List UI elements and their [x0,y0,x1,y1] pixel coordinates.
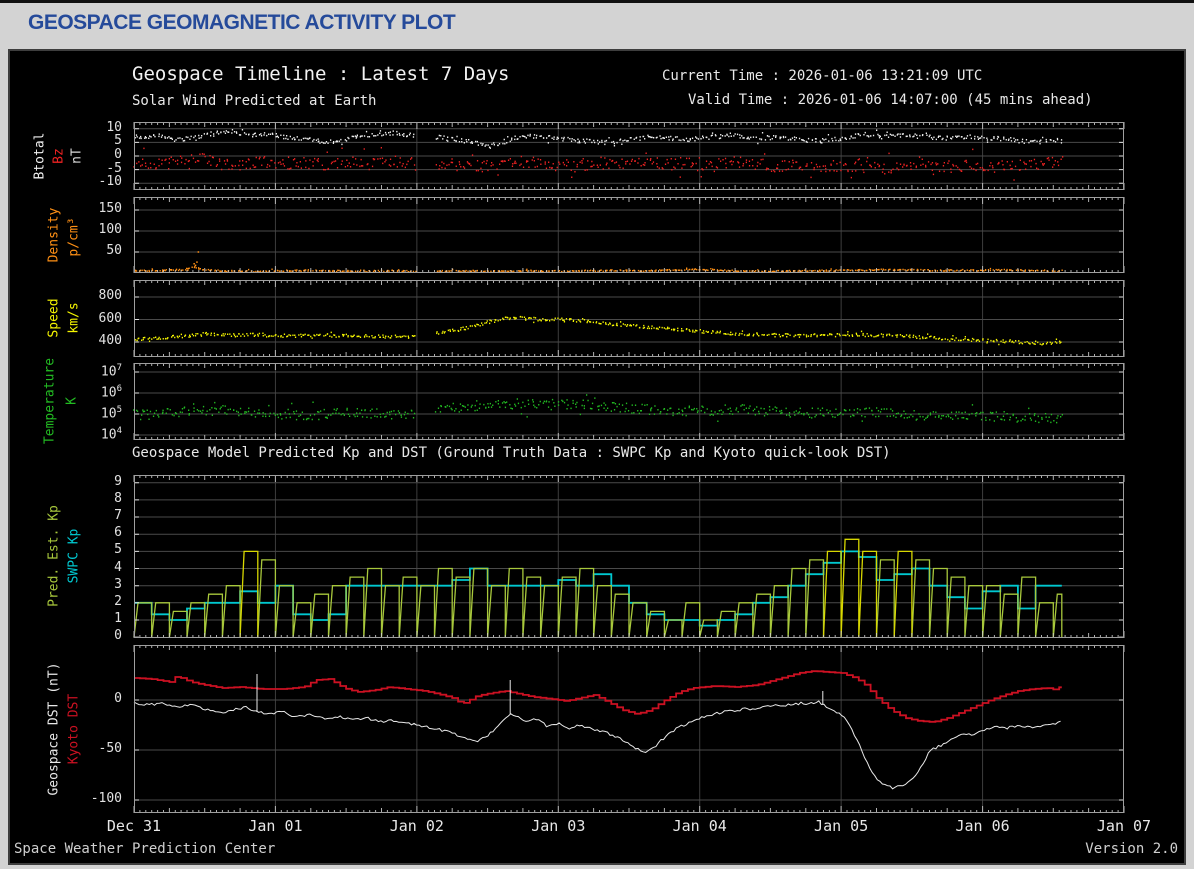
y-tick-label: 7 [10,508,122,523]
y-tick-label: 9 [10,474,122,489]
solar-wind-subtitle: Solar Wind Predicted at Earth [132,93,376,109]
plot-window: Geospace Timeline : Latest 7 Days Curren… [8,49,1186,865]
y-tick-label: 3 [10,577,122,592]
current-time: Current Time : 2026-01-06 13:21:09 UTC [662,68,982,84]
x-tick-label: Jan 01 [248,817,302,835]
x-tick-label: Jan 05 [814,817,868,835]
y-tick-label: -100 [10,791,122,806]
panel-dst-plot [10,645,1184,813]
y-tick-label: 105 [10,405,122,421]
footer-right: Version 2.0 [1085,841,1178,857]
x-tick-label: Jan 06 [955,817,1009,835]
x-tick-label: Jan 02 [390,817,444,835]
page: GEOSPACE GEOMAGNETIC ACTIVITY PLOT Geosp… [0,0,1194,869]
x-tick-label: Jan 04 [673,817,727,835]
panel-temperature-plot [10,363,1184,440]
y-tick-label: 106 [10,384,122,400]
model-subtitle: Geospace Model Predicted Kp and DST (Gro… [132,445,891,461]
page-title: GEOSPACE GEOMAGNETIC ACTIVITY PLOT [28,11,455,35]
y-tick-label: 400 [10,333,122,348]
panel-speed-plot [10,280,1184,357]
valid-time: Valid Time : 2026-01-06 14:07:00 (45 min… [688,92,1093,108]
y-tick-label: -10 [10,174,122,189]
y-tick-label: 5 [10,542,122,557]
y-tick-label: 6 [10,525,122,540]
y-tick-label: 100 [10,222,122,237]
y-tick-label: 50 [10,243,122,258]
y-tick-label: 150 [10,201,122,216]
y-tick-label: 600 [10,311,122,326]
y-tick-label: 107 [10,363,122,379]
panel-density-plot [10,197,1184,273]
y-tick-label: 4 [10,560,122,575]
y-tick-label: 0 [10,628,122,643]
plot-title: Geospace Timeline : Latest 7 Days [132,63,510,85]
y-tick-label: -50 [10,741,122,756]
x-tick-label: Jan 03 [531,817,585,835]
x-tick-label: Dec 31 [107,817,161,835]
panel-imf-plot [10,122,1184,190]
y-tick-label: 2 [10,594,122,609]
x-tick-label: Jan 07 [1097,817,1151,835]
y-tick-label: 800 [10,288,122,303]
panel-kp-plot [10,475,1184,638]
y-tick-label: 0 [10,691,122,706]
y-tick-label: 1 [10,611,122,626]
y-tick-label: 104 [10,426,122,442]
footer-left: Space Weather Prediction Center [14,841,275,857]
y-tick-label: 8 [10,491,122,506]
